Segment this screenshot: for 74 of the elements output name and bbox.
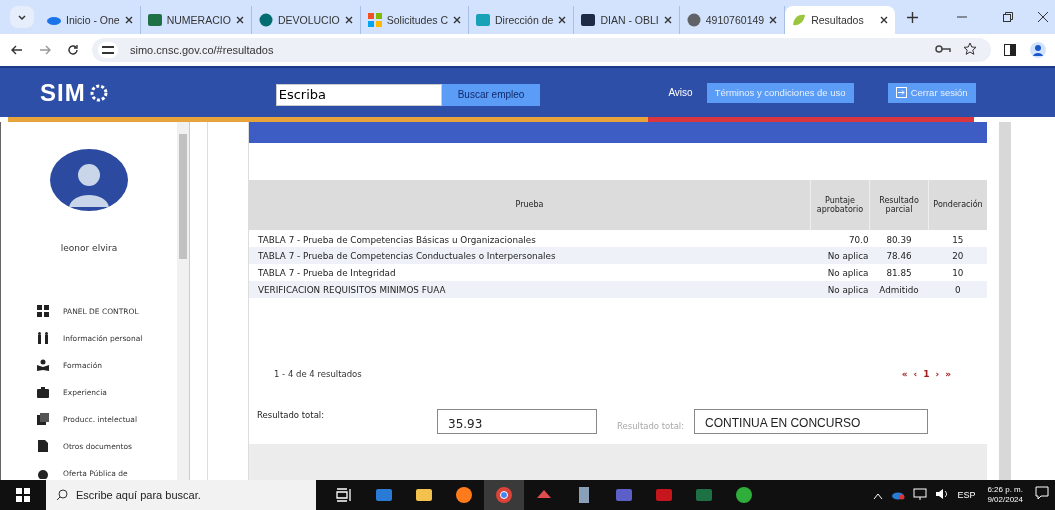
table-cell: 15	[928, 230, 987, 247]
tab-favicon-icon	[147, 13, 162, 27]
table-cell: 81.85	[869, 264, 929, 281]
result-label: Resultado total:	[617, 421, 685, 431]
language-indicator[interactable]: ESP	[957, 490, 976, 500]
user-name: leonor elvira	[59, 243, 119, 253]
close-icon[interactable]	[663, 16, 672, 24]
menu-item-icon	[37, 467, 49, 479]
results-count: 1 - 4 de 4 resultados	[274, 369, 362, 379]
notice-link[interactable]: Aviso	[668, 87, 693, 98]
column-header: Resultado parcial	[869, 180, 929, 230]
table-cell: VERIFICACION REQUISITOS MINIMOS FUAA	[249, 281, 811, 298]
table-cell: TABLA 7 - Prueba de Competencias Conductuales o Interpersonales	[249, 247, 811, 264]
table-cell: TABLA 7 - Prueba de Competencias Básicas u Organizacionales	[249, 230, 811, 247]
logout-icon	[895, 87, 907, 98]
table-cell: 78.46	[869, 247, 929, 264]
column-header: Ponderación	[928, 180, 987, 230]
tab-favicon-icon	[792, 13, 807, 27]
search-field[interactable]: Escriba	[275, 83, 442, 106]
side-panel-icon[interactable]	[1001, 44, 1019, 56]
tab-favicon-icon	[476, 13, 490, 27]
tab-favicon-icon	[686, 13, 701, 27]
scrollbar[interactable]	[177, 122, 189, 480]
menu-item-icon	[37, 332, 49, 344]
pagination-link[interactable]: »	[945, 369, 951, 379]
address-field[interactable]: simo.cnsc.gov.co/#resultados	[92, 38, 991, 62]
browser-tab[interactable]: Resultados	[785, 6, 896, 34]
search-icon	[56, 489, 68, 501]
tab-favicon-icon	[258, 13, 273, 27]
column-header: Puntaje aprobatorio	[810, 180, 870, 230]
menu-item-icon	[37, 386, 49, 398]
star-icon[interactable]	[963, 42, 977, 58]
menu-item-icon	[37, 305, 49, 317]
pagination-link[interactable]: «	[901, 369, 908, 379]
table-cell: Admitido	[869, 281, 929, 298]
menu-item-icon	[37, 413, 49, 425]
close-icon[interactable]	[453, 16, 461, 24]
result-field: 35.93	[437, 409, 597, 434]
tab-favicon-icon	[581, 13, 596, 27]
close-icon[interactable]	[124, 16, 133, 24]
key-icon[interactable]	[935, 44, 951, 56]
tab-favicon-icon	[367, 13, 382, 27]
close-icon[interactable]	[769, 16, 778, 24]
close-icon[interactable]	[344, 16, 353, 24]
taskbar-search-field[interactable]: Escribe aquí para buscar.	[46, 480, 316, 510]
table-cell: No aplica	[810, 247, 870, 264]
table-cell: 10	[928, 264, 987, 281]
site-settings-icon[interactable]	[98, 42, 118, 58]
pagination-link[interactable]: ›	[935, 369, 940, 379]
table-cell: No aplica	[810, 264, 870, 281]
clock[interactable]: 6:26 p. m. 9/02/2024	[987, 485, 1023, 505]
result-field: CONTINUA EN CONCURSO	[694, 409, 929, 434]
pagination-link[interactable]: 1	[923, 369, 930, 379]
taskbar-app-icon[interactable]	[484, 480, 524, 510]
profile-icon[interactable]	[1029, 42, 1047, 58]
column-header: Prueba	[249, 180, 811, 230]
tab-search-icon[interactable]	[10, 6, 34, 28]
pagination-link[interactable]: ‹	[913, 369, 918, 379]
close-icon[interactable]	[558, 16, 567, 24]
close-icon[interactable]	[235, 16, 244, 24]
table-cell: 70.0	[810, 230, 870, 247]
close-icon[interactable]	[880, 16, 889, 24]
menu-item-icon	[37, 359, 49, 371]
table-cell: 20	[928, 247, 987, 264]
result-label: Resultado total:	[257, 410, 326, 420]
new-tab-icon[interactable]	[907, 11, 919, 23]
logo[interactable]: SIM	[40, 78, 110, 107]
table-cell: 0	[928, 281, 987, 298]
table-cell: No aplica	[810, 281, 870, 298]
scrollbar[interactable]	[999, 122, 1011, 480]
menu-item-icon	[37, 440, 49, 452]
table-cell: TABLA 7 - Prueba de Integridad	[249, 264, 811, 281]
table-cell: 80.39	[869, 230, 929, 247]
search-button[interactable]: Buscar empleo	[441, 83, 541, 106]
